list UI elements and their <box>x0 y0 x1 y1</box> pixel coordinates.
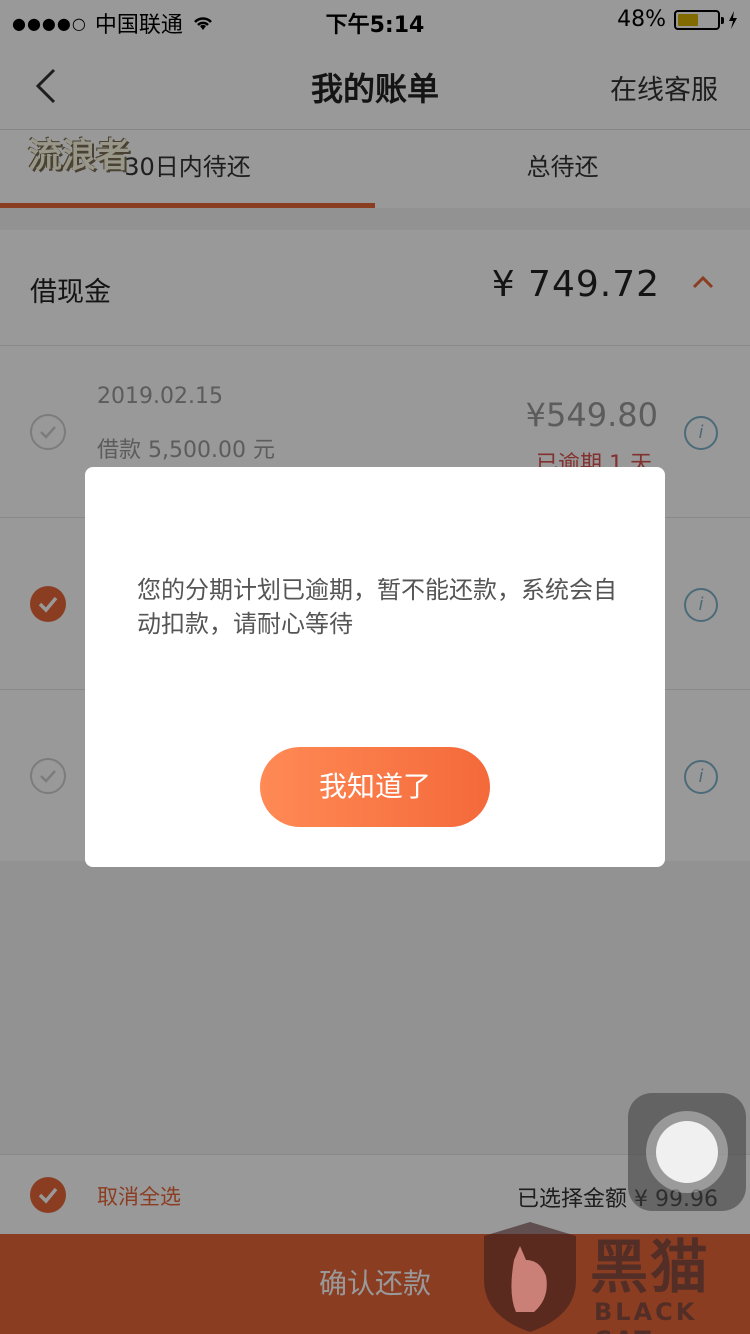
acknowledge-button[interactable]: 我知道了 <box>260 747 490 827</box>
overdue-dialog: 您的分期计划已逾期，暂不能还款，系统会自动扣款，请耐心等待 我知道了 <box>85 467 665 867</box>
assistive-center <box>656 1121 718 1183</box>
cat-shield-logo-icon <box>484 1222 576 1332</box>
dialog-message: 您的分期计划已逾期，暂不能还款，系统会自动扣款，请耐心等待 <box>137 576 617 638</box>
brand-english: BLACK CAT <box>594 1298 698 1334</box>
assistive-touch-button[interactable] <box>628 1093 746 1211</box>
brand-chinese: 黑猫 <box>590 1233 711 1301</box>
black-cat-watermark: 黑猫 BLACK CAT <box>478 1220 748 1334</box>
